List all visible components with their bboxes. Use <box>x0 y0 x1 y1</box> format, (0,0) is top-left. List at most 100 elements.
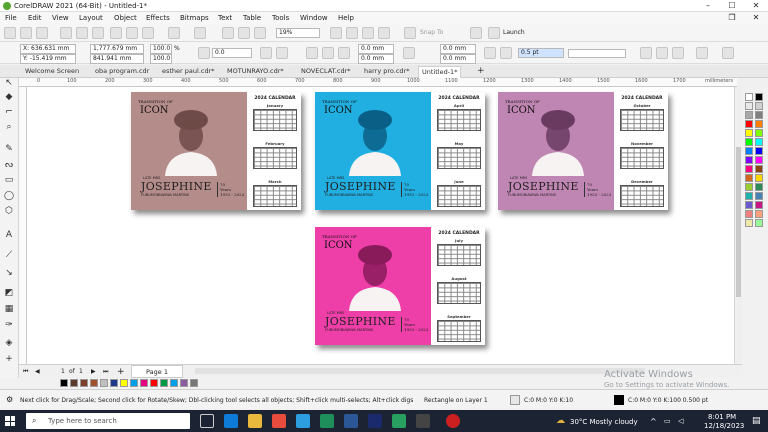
palette-swatch[interactable] <box>755 165 763 173</box>
palette-swatch[interactable] <box>755 102 763 110</box>
tab-motunrayo[interactable]: MOTUNRAYO.cdr* <box>224 66 287 78</box>
scale-height-field[interactable]: 100.0 <box>150 54 172 64</box>
document-color-swatch[interactable] <box>140 379 148 387</box>
tab-esther-paul[interactable]: esther paul.cdr* <box>159 66 218 78</box>
print-icon[interactable] <box>92 27 104 39</box>
palette-swatch[interactable] <box>755 183 763 191</box>
palette-swatch[interactable] <box>755 120 763 128</box>
tray-chevron-icon[interactable]: ^ <box>650 417 657 426</box>
artistic-media-icon[interactable]: ᔓ <box>3 160 15 170</box>
corner-radius-field-2[interactable]: 0.0 mm <box>358 54 394 64</box>
coreldraw-taskbar-icon[interactable] <box>392 414 406 428</box>
to-front-icon[interactable] <box>640 47 652 59</box>
tab-harry-pro[interactable]: harry pro.cdr* <box>361 66 412 78</box>
open-icon[interactable] <box>20 27 32 39</box>
menu-tools[interactable]: Tools <box>272 14 289 22</box>
palette-swatch[interactable] <box>755 111 763 119</box>
corner-scallop-icon[interactable] <box>322 47 334 59</box>
ellipse-tool-icon[interactable]: ◯ <box>3 191 15 201</box>
corner-chamfer-icon[interactable] <box>338 47 350 59</box>
document-color-swatch[interactable] <box>90 379 98 387</box>
horizontal-scrollbar[interactable] <box>195 368 645 374</box>
store-icon[interactable] <box>296 414 310 428</box>
doc-restore-icon[interactable]: ❐ <box>720 12 744 24</box>
document-color-swatch[interactable] <box>170 379 178 387</box>
height-field[interactable]: 841.941 mm <box>90 54 144 64</box>
weather-text[interactable]: 30°C Mostly cloudy <box>570 418 638 426</box>
menu-bitmaps[interactable]: Bitmaps <box>180 14 209 22</box>
palette-swatch[interactable] <box>745 129 753 137</box>
clock-time[interactable]: 8:01 PM <box>708 413 736 421</box>
palette-swatch[interactable] <box>745 120 753 128</box>
new-document-icon[interactable] <box>4 27 16 39</box>
text-tool-icon[interactable]: A <box>3 230 15 240</box>
rectangle-tool-icon[interactable]: ▭ <box>3 175 15 185</box>
menu-window[interactable]: Window <box>300 14 328 22</box>
document-color-swatch[interactable] <box>160 379 168 387</box>
corner-radius-field-1[interactable]: 0.0 mm <box>358 44 394 54</box>
last-page-icon[interactable]: ⏭ <box>103 368 108 376</box>
pdf-icon[interactable] <box>254 27 266 39</box>
mirror-horizontal-icon[interactable] <box>260 47 272 59</box>
export-icon[interactable] <box>238 27 250 39</box>
tab-noveclat[interactable]: NOVECLAT.cdr* <box>298 66 354 78</box>
outline-width-select[interactable]: 0.5 pt <box>518 48 564 58</box>
redo-icon[interactable] <box>194 27 206 39</box>
volume-icon[interactable]: ◁ <box>678 417 683 425</box>
doc-close-icon[interactable]: ✕ <box>744 12 768 24</box>
corner-radius-field-4[interactable]: 0.0 mm <box>440 54 476 64</box>
fullscreen-icon[interactable] <box>330 27 342 39</box>
close-icon[interactable]: ✕ <box>744 0 768 12</box>
paste-icon[interactable] <box>142 27 154 39</box>
transparency-tool-icon[interactable]: ▦ <box>3 304 15 314</box>
line-style-select[interactable] <box>568 49 626 58</box>
menu-object[interactable]: Object <box>114 14 137 22</box>
tab-welcome-screen[interactable]: Welcome Screen <box>22 66 82 78</box>
vertical-ruler[interactable] <box>19 87 27 364</box>
copy-icon[interactable] <box>126 27 138 39</box>
taskbar-app-icon-3[interactable] <box>446 414 460 428</box>
first-page-icon[interactable]: ⏮ <box>23 368 28 376</box>
outline-swatch[interactable] <box>614 395 624 405</box>
menu-table[interactable]: Table <box>243 14 261 22</box>
snap-icon[interactable] <box>404 27 416 39</box>
convert-curves-icon[interactable] <box>672 47 684 59</box>
page-1-tab[interactable]: Page 1 <box>131 365 183 378</box>
calendar-card[interactable]: TRANSITION OF ICON LATE MRS JOSEPHINE FU… <box>498 92 668 210</box>
menu-file[interactable]: File <box>5 14 17 22</box>
menu-text[interactable]: Text <box>218 14 232 22</box>
calendar-card[interactable]: TRANSITION OF ICON LATE MRS JOSEPHINE FU… <box>131 92 301 210</box>
corner-radius-field-3[interactable]: 0.0 mm <box>440 44 476 54</box>
angle-field[interactable]: 0.0 <box>212 48 252 58</box>
tab-untitled-1[interactable]: Untitled-1* <box>418 66 462 78</box>
shape-tool-icon[interactable]: ◆ <box>3 92 15 102</box>
calendar-card[interactable]: TRANSITION OF ICON LATE MRS JOSEPHINE FU… <box>315 227 485 345</box>
guidelines-icon[interactable] <box>378 27 390 39</box>
snap-to-label[interactable]: Snap To <box>420 29 443 36</box>
launch-button[interactable]: Launch <box>503 29 525 36</box>
prev-page-icon[interactable]: ◀ <box>35 368 40 375</box>
palette-swatch[interactable] <box>755 138 763 146</box>
calendar-card[interactable]: TRANSITION OF ICON LATE MRS JOSEPHINE FU… <box>315 92 485 210</box>
palette-swatch[interactable] <box>745 93 753 101</box>
taskbar-app-icon[interactable] <box>272 414 286 428</box>
document-color-swatch[interactable] <box>190 379 198 387</box>
palette-swatch[interactable] <box>745 201 753 209</box>
palette-swatch[interactable] <box>755 93 763 101</box>
options-icon[interactable] <box>470 27 482 39</box>
palette-swatch[interactable] <box>745 174 753 182</box>
palette-swatch[interactable] <box>755 129 763 137</box>
palette-swatch[interactable] <box>755 174 763 182</box>
rulers-icon[interactable] <box>346 27 358 39</box>
document-color-swatch[interactable] <box>80 379 88 387</box>
palette-swatch[interactable] <box>755 219 763 227</box>
mirror-vertical-icon[interactable] <box>276 47 288 59</box>
undo-icon[interactable] <box>168 27 180 39</box>
menu-edit[interactable]: Edit <box>28 14 42 22</box>
parallel-dimension-icon[interactable]: ⟋ <box>3 250 15 260</box>
x-position-field[interactable]: X: 636.631 mm <box>20 44 76 54</box>
quick-customize-icon[interactable] <box>696 47 708 59</box>
windows-start-icon[interactable] <box>5 416 15 426</box>
document-color-swatch[interactable] <box>120 379 128 387</box>
interactive-fill-icon[interactable]: ◈ <box>3 338 15 348</box>
